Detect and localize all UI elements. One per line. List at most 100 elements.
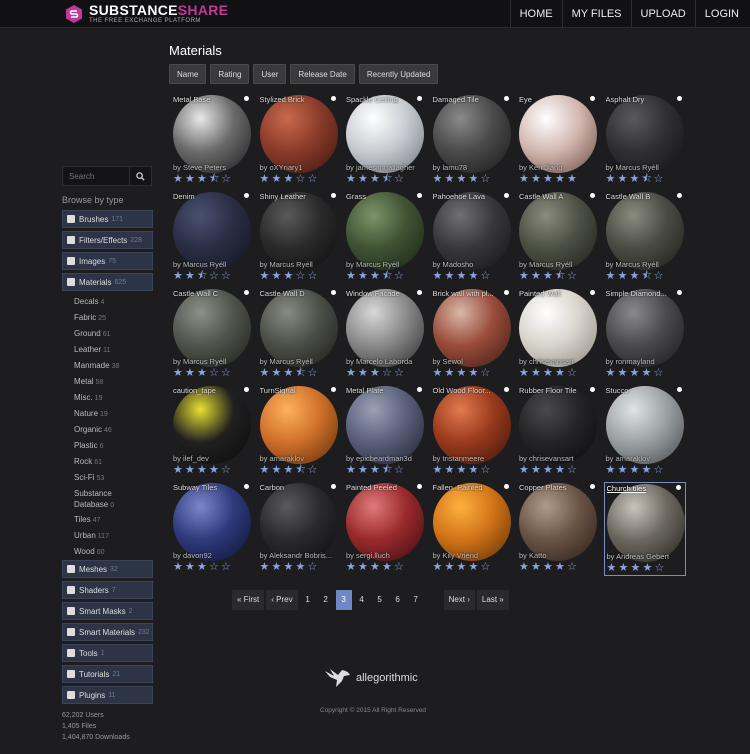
material-preview-sphere[interactable] xyxy=(606,484,685,562)
material-card[interactable]: Castle Wall Bby Marcus Ryéll ★ ★ ★ ⯪ ☆ xyxy=(604,191,686,285)
nav-home[interactable]: HOME xyxy=(509,0,562,28)
material-author[interactable]: by Marcus Ryéll xyxy=(606,163,684,172)
material-author[interactable]: by Marcus Ryéll xyxy=(260,357,338,366)
rating-stars[interactable]: ★ ★ ★ ★ ☆ xyxy=(519,562,577,573)
rating-stars[interactable]: ★ ★ ★ ⯪ ☆ xyxy=(260,465,318,476)
material-name[interactable]: Rubber Floor Tile xyxy=(519,386,591,395)
material-name[interactable]: Grass xyxy=(346,192,418,201)
material-author[interactable]: by Marcus Ryéll xyxy=(173,260,251,269)
material-name[interactable]: Shiny Leather xyxy=(260,192,332,201)
subcategory-misc[interactable]: Misc. 19 xyxy=(62,390,153,406)
rating-stars[interactable]: ★ ★ ★ ⯪ ☆ xyxy=(606,271,664,282)
rating-stars[interactable]: ★ ★ ★ ☆ ☆ xyxy=(173,368,231,379)
material-card[interactable]: Window Facade by Marcelo Laborda ★ ★ ★ ☆ ☆ xyxy=(344,288,426,382)
category-brushes[interactable]: Brushes 171 xyxy=(62,210,153,228)
material-preview-sphere[interactable] xyxy=(173,386,251,464)
material-card[interactable]: caution_tape by ilef_dev ★ ★ ★ ★ ☆ xyxy=(171,385,253,479)
material-card[interactable]: Grass by Marcus Ryéll ★ ★ ★ ⯪ ☆ xyxy=(344,191,426,285)
rating-stars[interactable]: ★ ★ ★ ★ ☆ xyxy=(260,562,318,573)
material-card[interactable]: Metal Plate by epicbeardman3d ★ ★ ★ ⯪ ☆ xyxy=(344,385,426,479)
material-card[interactable]: Copper Plates by Katto ★ ★ ★ ★ ☆ xyxy=(517,482,599,576)
material-card[interactable]: Castle Wall Aby Marcus Ryéll ★ ★ ★ ⯪ ☆ xyxy=(517,191,599,285)
material-author[interactable]: by Madosho xyxy=(433,260,511,269)
material-name[interactable]: Castle Wall A xyxy=(519,192,591,201)
material-card[interactable]: Painted Wall by chrisevansart ★ ★ ★ ★ ☆ xyxy=(517,288,599,382)
rating-stars[interactable]: ★ ★ ★ ☆ ☆ xyxy=(260,271,318,282)
page-link-7[interactable]: 7 xyxy=(408,590,424,610)
rating-stars[interactable]: ★ ★ ★ ☆ ☆ xyxy=(173,562,231,573)
category-tutorials[interactable]: Tutorials 21 xyxy=(62,665,153,683)
material-author[interactable]: by ronmayland xyxy=(606,357,684,366)
material-name[interactable]: Brick wall with pl... xyxy=(433,289,505,298)
material-name[interactable]: Castle Wall D xyxy=(260,289,332,298)
material-name[interactable]: Stylized Brick xyxy=(260,95,332,104)
subcategory-urban[interactable]: Urban 117 xyxy=(62,528,153,544)
page-link-6[interactable]: 6 xyxy=(390,590,406,610)
site-logo[interactable]: SUBSTANCESHARE THE FREE EXCHANGE PLATFOR… xyxy=(64,3,228,24)
material-card[interactable]: Simple Diamond... by ronmayland ★ ★ ★ ★ ☆ xyxy=(604,288,686,382)
sort-recently-updated-button[interactable]: Recently Updated xyxy=(358,64,439,84)
rating-stars[interactable]: ★ ★ ★ ★ ☆ xyxy=(519,368,577,379)
material-preview-sphere[interactable] xyxy=(346,192,424,270)
material-name[interactable]: Church tiles xyxy=(607,484,679,493)
subcategory-fabric[interactable]: Fabric 25 xyxy=(62,310,153,326)
material-author[interactable]: by amaraklov xyxy=(260,454,338,463)
material-author[interactable]: by Marcus Ryéll xyxy=(346,260,424,269)
material-preview-sphere[interactable] xyxy=(259,192,338,270)
subcategory-substance-database[interactable]: Substance Database 0 xyxy=(62,486,142,512)
material-name[interactable]: Copper Plates xyxy=(519,483,591,492)
rating-stars[interactable]: ★ ★ ★ ★ ☆ xyxy=(433,368,491,379)
subcategory-leather[interactable]: Leather 11 xyxy=(62,342,153,358)
rating-stars[interactable]: ★ ★ ★ ★ ☆ xyxy=(346,562,404,573)
material-author[interactable]: by Marcus Ryéll xyxy=(173,357,251,366)
material-name[interactable]: Spackle Ceiling xyxy=(346,95,418,104)
rating-stars[interactable]: ★ ★ ★ ☆ ☆ xyxy=(346,368,404,379)
material-preview-sphere[interactable] xyxy=(519,289,597,367)
material-card[interactable]: Pahoehoe Lava by Madosho ★ ★ ★ ★ ☆ xyxy=(431,191,513,285)
subcategory-sci-fi[interactable]: Sci-Fi 53 xyxy=(62,470,153,486)
material-name[interactable]: Painted Peeled xyxy=(346,483,418,492)
material-card[interactable]: Stucco by amaraklov ★ ★ ★ ★ ☆ xyxy=(604,385,686,479)
search-input[interactable] xyxy=(62,166,130,186)
nav-login[interactable]: LOGIN xyxy=(694,0,748,28)
rating-stars[interactable]: ★ ★ ★ ★ ☆ xyxy=(433,271,491,282)
material-preview-sphere[interactable] xyxy=(346,95,424,173)
material-author[interactable]: by davon92 xyxy=(173,551,251,560)
material-author[interactable]: by lamu78 xyxy=(433,163,511,172)
subcategory-metal[interactable]: Metal 58 xyxy=(62,374,153,390)
subcategory-wood[interactable]: Wood 60 xyxy=(62,544,153,560)
rating-stars[interactable]: ★ ★ ★ ★ ☆ xyxy=(607,563,665,574)
material-card[interactable]: Eye by Ken Jiang ★ ★ ★ ★ ★ xyxy=(517,94,599,188)
material-author[interactable]: by Sewol xyxy=(433,357,511,366)
material-name[interactable]: Asphalt Dry xyxy=(606,95,678,104)
material-name[interactable]: Carbon xyxy=(260,483,332,492)
material-card[interactable]: Castle Wall D by Marcus Ryéll ★ ★ ★ ⯪ ☆ xyxy=(258,288,340,382)
prev-page-link[interactable]: ‹ Prev xyxy=(266,590,298,610)
last-page-link[interactable]: Last » xyxy=(476,590,509,610)
material-author[interactable]: by amaraklov xyxy=(606,454,684,463)
subcategory-organic[interactable]: Organic 46 xyxy=(62,422,153,438)
rating-stars[interactable]: ★ ★ ★ ★ ☆ xyxy=(606,465,664,476)
material-name[interactable]: Castle Wall B xyxy=(606,192,678,201)
material-preview-sphere[interactable] xyxy=(432,386,511,464)
material-author[interactable]: by oXYnary1 xyxy=(260,163,338,172)
subcategory-decals[interactable]: Decals 4 xyxy=(62,294,153,310)
category-shaders[interactable]: Shaders 7 xyxy=(62,581,153,599)
material-name[interactable]: Damaged Tile xyxy=(433,95,505,104)
material-name[interactable]: Metal Plate xyxy=(346,386,418,395)
sort-name-button[interactable]: Name xyxy=(169,64,207,84)
subcategory-ground[interactable]: Ground 61 xyxy=(62,326,153,342)
material-preview-sphere[interactable] xyxy=(432,289,511,367)
material-card[interactable]: Spackle Ceiling by jamesjmgallagher ★ ★ ★ ⯪ ☆ xyxy=(344,94,426,188)
rating-stars[interactable]: ★ ★ ★ ⯪ ☆ xyxy=(346,271,404,282)
material-card[interactable]: Rubber Floor Tile by chrisevansart ★ ★ ★ ★ ☆ xyxy=(517,385,599,479)
rating-stars[interactable]: ★ ★ ★ ★ ☆ xyxy=(433,562,491,573)
page-link-1[interactable]: 1 xyxy=(300,590,316,610)
material-author[interactable]: by Andreas Gebert xyxy=(607,552,685,561)
rating-stars[interactable]: ★ ★ ★ ⯪ ☆ xyxy=(260,368,318,379)
material-preview-sphere[interactable] xyxy=(173,483,251,561)
page-link-2[interactable]: 2 xyxy=(318,590,334,610)
material-author[interactable]: by tristanmeere xyxy=(433,454,511,463)
category-materials[interactable]: Materials 625 xyxy=(62,273,153,291)
material-preview-sphere[interactable] xyxy=(259,289,338,367)
